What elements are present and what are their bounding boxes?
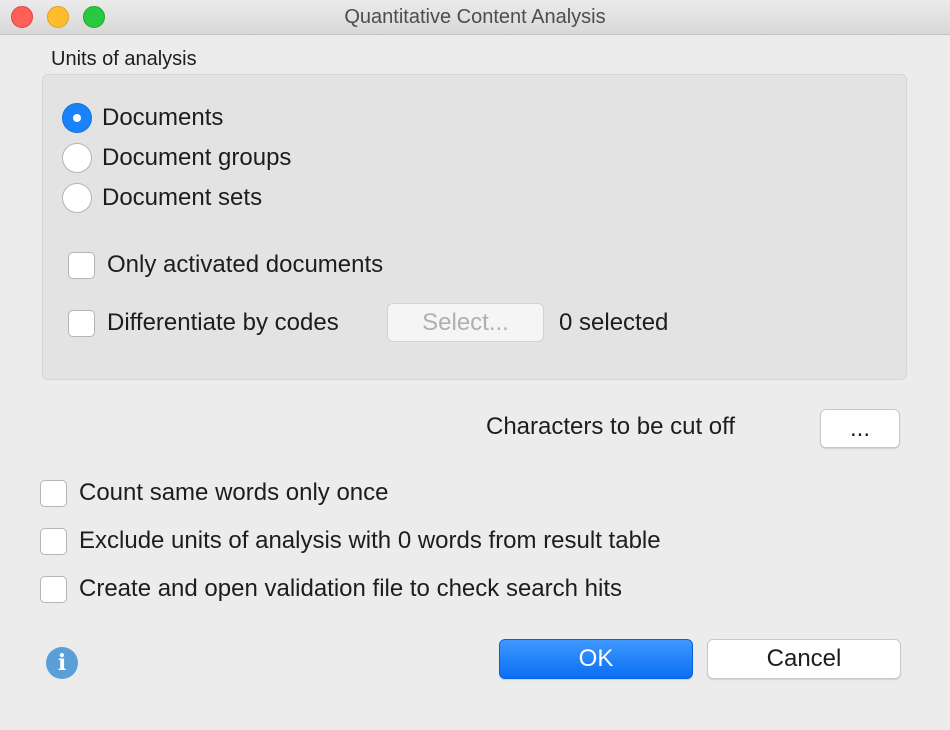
- selected-count: 0 selected: [559, 309, 669, 336]
- select-codes-button[interactable]: Select...: [387, 303, 544, 342]
- exclude-zero-checkbox[interactable]: [40, 527, 67, 555]
- cutoff-button[interactable]: ...: [820, 409, 900, 448]
- radio-document-sets-label: Document sets: [102, 184, 263, 211]
- exclude-zero-label: Exclude units of analysis with 0 words f…: [79, 527, 661, 554]
- cutoff-label: Characters to be cut off: [486, 413, 736, 440]
- option-exclude-zero-row[interactable]: Exclude units of analysis with 0 words f…: [40, 527, 661, 555]
- differentiate-checkbox-row[interactable]: Differentiate by codes: [68, 309, 339, 337]
- count-once-checkbox[interactable]: [40, 479, 67, 507]
- title-bar: Quantitative Content Analysis: [0, 0, 950, 35]
- window-title: Quantitative Content Analysis: [344, 6, 606, 28]
- only-activated-checkbox-row[interactable]: Only activated documents: [68, 251, 383, 279]
- ok-button[interactable]: OK: [499, 639, 693, 679]
- radio-document-groups-label: Document groups: [102, 144, 292, 171]
- radio-documents[interactable]: Documents: [62, 103, 223, 133]
- units-of-analysis-label: Units of analysis: [51, 48, 197, 70]
- radio-button-selected[interactable]: [62, 103, 92, 133]
- radio-button[interactable]: [62, 143, 92, 173]
- validation-file-label: Create and open validation file to check…: [79, 575, 622, 602]
- option-count-once-row[interactable]: Count same words only once: [40, 479, 389, 507]
- only-activated-checkbox[interactable]: [68, 251, 95, 279]
- option-validation-file-row[interactable]: Create and open validation file to check…: [40, 575, 622, 603]
- differentiate-checkbox[interactable]: [68, 309, 95, 337]
- radio-documents-label: Documents: [102, 104, 224, 131]
- differentiate-label: Differentiate by codes: [107, 309, 339, 336]
- radio-document-groups[interactable]: Document groups: [62, 143, 291, 173]
- validation-file-checkbox[interactable]: [40, 575, 67, 603]
- only-activated-label: Only activated documents: [107, 251, 384, 278]
- radio-button[interactable]: [62, 183, 92, 213]
- info-icon[interactable]: i: [46, 647, 78, 679]
- radio-document-sets[interactable]: Document sets: [62, 183, 262, 213]
- cancel-button[interactable]: Cancel: [707, 639, 901, 679]
- count-once-label: Count same words only once: [79, 479, 389, 506]
